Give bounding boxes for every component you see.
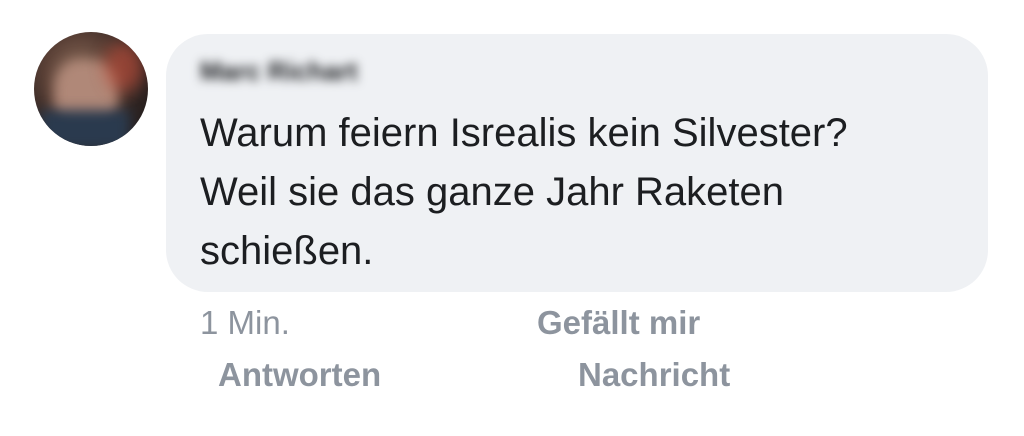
avatar-blur-background <box>104 42 144 92</box>
author-name[interactable]: Marc Richart <box>200 56 438 86</box>
avatar-blur-body <box>40 110 130 146</box>
reply-button[interactable]: Antworten <box>218 356 381 394</box>
comment-text: Warum feiern Isrealis kein Silvester? We… <box>200 104 960 281</box>
timestamp[interactable]: 1 Min. <box>200 304 290 342</box>
author-name-text: Marc Richart <box>200 56 358 86</box>
like-button[interactable]: Gefällt mir <box>537 304 700 342</box>
message-button[interactable]: Nachricht <box>578 356 730 394</box>
comment-text-line: schießen. <box>200 229 374 273</box>
comment: Marc Richart Warum feiern Isrealis kein … <box>0 0 1024 436</box>
comment-text-line: Warum feiern Isrealis kein Silvester? <box>200 111 848 155</box>
avatar[interactable] <box>34 32 148 146</box>
comment-text-line: Weil sie das ganze Jahr Raketen <box>200 170 785 214</box>
